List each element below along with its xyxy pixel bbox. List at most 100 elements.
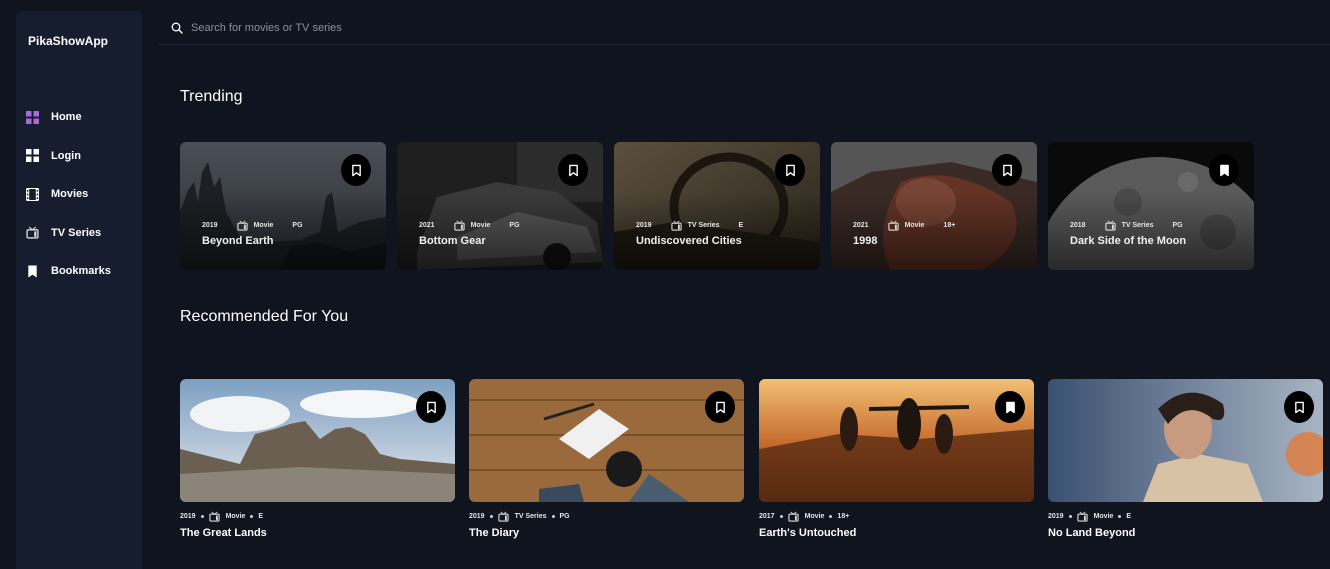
category-label: Movie xyxy=(225,513,246,520)
category-label: TV Series xyxy=(687,222,720,229)
year-label: 2021 xyxy=(419,222,435,229)
trending-card[interactable]: 2019 Movie PG Beyond Earth xyxy=(180,142,386,270)
category-label: Movie xyxy=(470,222,491,229)
category-label: Movie xyxy=(253,222,274,229)
year-label: 2019 xyxy=(1048,513,1064,520)
card-meta: 2019 TV Series PG xyxy=(469,511,744,522)
card-meta: 2019 Movie E xyxy=(1048,511,1323,522)
recommended-card[interactable]: 2017 Movie 18+ Earth's Untouched xyxy=(759,379,1034,539)
app-logo-text[interactable]: PikaShowApp xyxy=(28,34,108,48)
rating-label: 18+ xyxy=(837,513,850,520)
card-meta: 2021 Movie PG xyxy=(419,220,520,231)
category-label: Movie xyxy=(904,222,925,229)
card-meta: 2019 TV Series E xyxy=(636,220,743,231)
trending-card[interactable]: 2018 TV Series PG Dark Side of the Moon xyxy=(1048,142,1254,270)
nav-label-bookmarks: Bookmarks xyxy=(51,265,111,278)
poster-image[interactable] xyxy=(469,379,744,502)
trending-card[interactable]: 2021 Movie PG Bottom Gear xyxy=(397,142,603,270)
nav-label-login: Login xyxy=(51,149,81,162)
poster-image[interactable] xyxy=(759,379,1034,502)
rating-label: PG xyxy=(292,222,303,229)
card-meta: 2017 Movie 18+ xyxy=(759,511,1034,522)
search-input[interactable] xyxy=(191,21,591,34)
bookmark-button[interactable] xyxy=(992,154,1022,186)
bookmark-outline-icon xyxy=(715,401,726,414)
trending-heading: Trending xyxy=(180,88,243,105)
nav-item-tv-series[interactable]: TV Series xyxy=(26,214,136,253)
bookmark-outline-icon xyxy=(568,164,579,177)
tv-icon xyxy=(237,220,248,231)
card-title: 1998 xyxy=(853,235,878,247)
bookmark-outline-icon xyxy=(1002,164,1013,177)
tv-icon xyxy=(209,511,220,522)
grid-icon xyxy=(26,110,39,124)
year-label: 2019 xyxy=(469,513,485,520)
grid-icon xyxy=(26,149,39,163)
tv-icon xyxy=(671,220,682,231)
search-icon xyxy=(171,22,183,34)
rating-label: PG xyxy=(559,513,570,520)
nav-item-bookmarks[interactable]: Bookmarks xyxy=(26,252,136,291)
nav-item-movies[interactable]: Movies xyxy=(26,175,136,214)
nav-item-home[interactable]: Home xyxy=(26,98,136,137)
bookmark-button[interactable] xyxy=(1284,391,1314,423)
nav-label-home: Home xyxy=(51,111,82,124)
tv-icon xyxy=(454,220,465,231)
card-title: No Land Beyond xyxy=(1048,527,1136,539)
card-title: Earth's Untouched xyxy=(759,527,857,539)
year-label: 2017 xyxy=(759,513,775,520)
bookmark-button[interactable] xyxy=(1209,154,1239,186)
rating-label: E xyxy=(258,513,264,520)
rating-label: 18+ xyxy=(943,222,956,229)
search-bar xyxy=(158,11,1330,45)
poster-image[interactable] xyxy=(1048,379,1323,502)
tv-icon xyxy=(26,226,39,239)
card-meta: 2018 TV Series PG xyxy=(1070,220,1183,231)
trending-card[interactable]: 2019 TV Series E Undiscovered Cities xyxy=(614,142,820,270)
tv-icon xyxy=(888,220,899,231)
nav-menu: Home Login Movies TV Series Bookmarks xyxy=(26,98,136,291)
bookmark-button[interactable] xyxy=(705,391,735,423)
recommended-card[interactable]: 2019 TV Series PG The Diary xyxy=(469,379,744,539)
year-label: 2019 xyxy=(636,222,652,229)
card-title: Beyond Earth xyxy=(202,235,274,247)
bookmark-icon xyxy=(26,265,39,278)
bookmark-outline-icon xyxy=(1294,401,1305,414)
card-title: Undiscovered Cities xyxy=(636,235,742,247)
bookmark-filled-icon xyxy=(1219,164,1230,177)
recommended-card[interactable]: 2019 Movie E The Great Lands xyxy=(180,379,455,539)
category-label: Movie xyxy=(804,513,825,520)
tv-icon xyxy=(788,511,799,522)
rating-label: E xyxy=(738,222,744,229)
sidebar: PikaShowApp Home Login Movies TV Series … xyxy=(16,11,142,569)
category-label: Movie xyxy=(1093,513,1114,520)
trending-card[interactable]: 2021 Movie 18+ 1998 xyxy=(831,142,1037,270)
category-label: TV Series xyxy=(514,513,547,520)
nav-label-movies: Movies xyxy=(51,188,89,201)
year-label: 2019 xyxy=(202,222,218,229)
card-meta: 2019 Movie E xyxy=(180,511,455,522)
nav-item-login[interactable]: Login xyxy=(26,137,136,176)
card-title: Dark Side of the Moon xyxy=(1070,235,1187,247)
bookmark-button[interactable] xyxy=(995,391,1025,423)
card-title: The Great Lands xyxy=(180,527,267,539)
card-meta: 2019 Movie PG xyxy=(202,220,303,231)
rating-label: E xyxy=(1126,513,1132,520)
bookmark-button[interactable] xyxy=(775,154,805,186)
rating-label: PG xyxy=(1172,222,1183,229)
bookmark-filled-icon xyxy=(1005,401,1016,414)
recommended-card[interactable]: 2019 Movie E No Land Beyond xyxy=(1048,379,1323,539)
bookmark-button[interactable] xyxy=(558,154,588,186)
card-title: Bottom Gear xyxy=(419,235,486,247)
bookmark-button[interactable] xyxy=(416,391,446,423)
category-label: TV Series xyxy=(1121,222,1154,229)
film-icon xyxy=(26,187,39,201)
card-meta: 2021 Movie 18+ xyxy=(853,220,955,231)
year-label: 2019 xyxy=(180,513,196,520)
rating-label: PG xyxy=(509,222,520,229)
bookmark-outline-icon xyxy=(426,401,437,414)
bookmark-outline-icon xyxy=(785,164,796,177)
bookmark-button[interactable] xyxy=(341,154,371,186)
tv-icon xyxy=(1077,511,1088,522)
poster-image[interactable] xyxy=(180,379,455,502)
